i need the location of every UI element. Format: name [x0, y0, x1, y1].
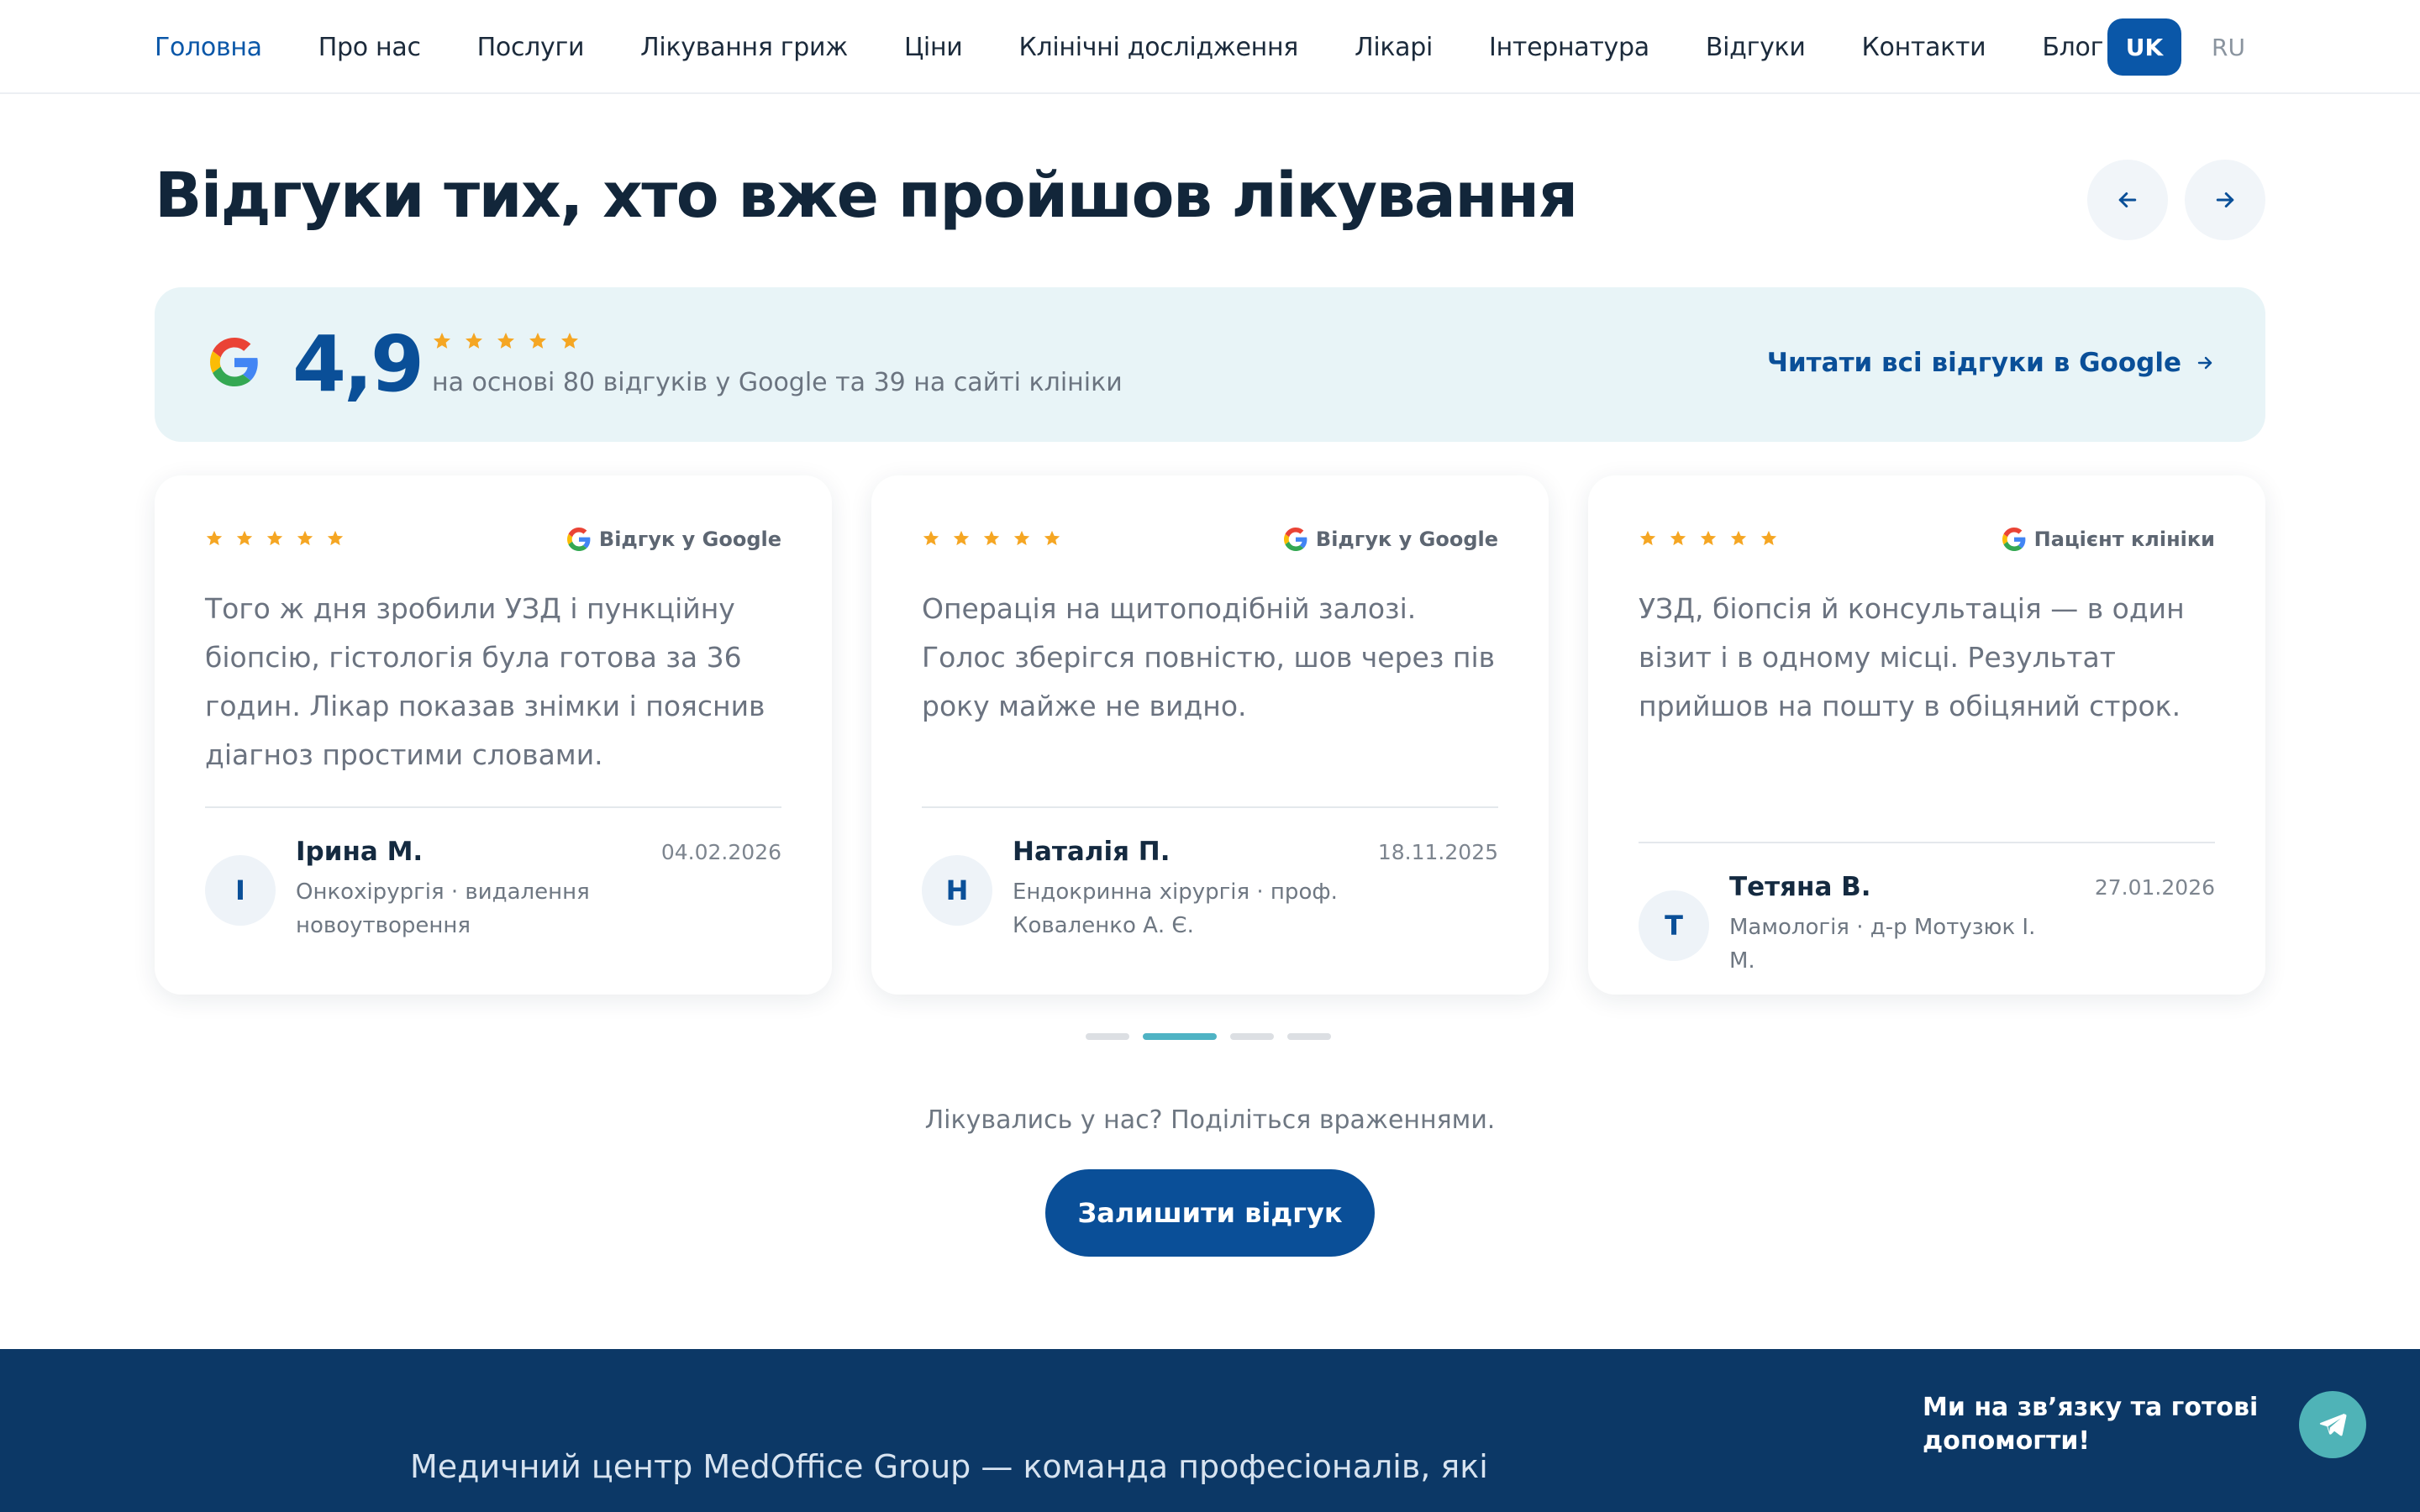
- telegram-icon: [2319, 1413, 2347, 1436]
- carousel-prev-button[interactable]: [2087, 160, 2168, 240]
- star-icon: [1639, 530, 1656, 546]
- star-icon: [923, 530, 939, 546]
- carousel-pagination: [1086, 1033, 1331, 1040]
- carousel-dot[interactable]: [1086, 1033, 1129, 1040]
- star-icon: [561, 333, 578, 349]
- rating-stars: [432, 331, 580, 351]
- star-icon: [1730, 530, 1747, 546]
- nav-item-reviews[interactable]: Відгуки: [1706, 33, 1806, 62]
- star-icon: [1670, 530, 1686, 546]
- star-icon: [266, 530, 283, 546]
- star-icon: [1013, 530, 1030, 546]
- review-text: Того ж дня зробили УЗД і пункційну біопс…: [205, 592, 765, 771]
- review-source-label: Відгук у Google: [598, 528, 781, 551]
- footer-contact-text: Ми на зв’язку та готові допомогти!: [1923, 1393, 2259, 1456]
- star-icon: [466, 333, 482, 349]
- footer: Медичний центр MedOffice Group — команда…: [0, 1349, 2420, 1512]
- nav-item-prices[interactable]: Ціни: [904, 33, 963, 62]
- footer-about-text: Медичний центр MedOffice Group — команда…: [410, 1448, 1488, 1485]
- carousel-dot[interactable]: [1230, 1033, 1274, 1040]
- review-date: 18.11.2025: [1377, 840, 1498, 864]
- review-author-name: Наталія П.: [1013, 837, 1171, 867]
- rating-caption: на основі 80 відгуків у Google та 39 на …: [432, 368, 1123, 397]
- review-text: УЗД, біопсія й консультація — в один віз…: [1639, 592, 2185, 722]
- avatar: І: [205, 855, 276, 926]
- top-navigation: Головна Про нас Послуги Лікування гриж Ц…: [0, 0, 2420, 94]
- review-stars: [922, 529, 1061, 548]
- star-icon: [529, 333, 546, 349]
- review-divider: [205, 806, 781, 808]
- star-icon: [953, 530, 970, 546]
- star-icon: [1700, 530, 1717, 546]
- avatar: Н: [922, 855, 992, 926]
- review-date: 04.02.2026: [660, 840, 781, 864]
- star-icon: [297, 530, 313, 546]
- arrow-right-icon: [2197, 356, 2212, 370]
- review-divider: [1639, 842, 2215, 843]
- review-card: Пацієнт клініки УЗД, біопсія й консульта…: [1588, 475, 2265, 995]
- review-date: 27.01.2026: [2094, 875, 2215, 900]
- google-rating-banner: 4,9 на основі 80 відгуків у Google та 39…: [155, 287, 2265, 442]
- language-ru-button[interactable]: RU: [2196, 18, 2260, 76]
- star-icon: [327, 530, 344, 546]
- read-google-reviews-link[interactable]: Читати всі відгуки в Google: [1767, 348, 2215, 378]
- review-text: Операція на щитоподібній залозі. Голос з…: [922, 592, 1496, 722]
- star-icon: [983, 530, 1000, 546]
- nav-item-about[interactable]: Про нас: [318, 33, 421, 62]
- review-card: Відгук у Google Того ж дня зробили УЗД і…: [155, 475, 832, 995]
- star-icon: [497, 333, 514, 349]
- review-author-name: Ірина М.: [296, 837, 424, 867]
- google-g-icon: [2002, 528, 2026, 551]
- rating-value: 4,9: [292, 319, 424, 409]
- read-google-reviews-label: Читати всі відгуки в Google: [1766, 348, 2181, 378]
- nav-item-hernia-treatment[interactable]: Лікування гриж: [640, 33, 848, 62]
- nav-item-home[interactable]: Головна: [155, 33, 262, 62]
- review-stars: [205, 529, 345, 548]
- review-source-label: Пацієнт клініки: [2033, 528, 2215, 551]
- review-author-meta: Ендокринна хірургія · проф. Коваленко А.…: [1013, 879, 1338, 938]
- review-author-meta: Мамологія · д-р Мотузюк І. М.: [1729, 915, 2036, 974]
- google-g-icon: [566, 528, 591, 551]
- leave-review-button[interactable]: Залишити відгук: [1045, 1169, 1375, 1257]
- arrow-left-icon: [2118, 192, 2137, 207]
- telegram-button[interactable]: [2299, 1391, 2366, 1458]
- star-icon: [1044, 530, 1060, 546]
- section-title: Відгуки тих, хто вже пройшов лікування: [155, 160, 1578, 232]
- avatar: Т: [1639, 890, 1709, 961]
- carousel-dot[interactable]: [1287, 1033, 1331, 1040]
- review-source-label: Відгук у Google: [1315, 528, 1498, 551]
- star-icon: [236, 530, 253, 546]
- carousel-dot[interactable]: [1143, 1033, 1217, 1040]
- arrow-right-icon: [2216, 192, 2234, 207]
- star-icon: [434, 333, 450, 349]
- nav-item-clinical-research[interactable]: Клінічні дослідження: [1018, 33, 1298, 62]
- review-author-meta: Онкохірургія · видалення новоутворення: [296, 879, 590, 938]
- nav-item-blog[interactable]: Блог: [2042, 33, 2103, 62]
- nav-item-services[interactable]: Послуги: [477, 33, 585, 62]
- star-icon: [206, 530, 223, 546]
- review-source: Відгук у Google: [1283, 528, 1498, 551]
- carousel-next-button[interactable]: [2185, 160, 2265, 240]
- google-g-icon: [210, 338, 258, 386]
- star-icon: [1760, 530, 1777, 546]
- review-stars: [1639, 529, 1778, 548]
- google-g-icon: [1283, 528, 1307, 551]
- review-divider: [922, 806, 1498, 808]
- nav-item-doctors[interactable]: Лікарі: [1355, 33, 1433, 62]
- nav-item-contacts[interactable]: Контакти: [1862, 33, 1986, 62]
- review-author-name: Тетяна В.: [1729, 872, 1871, 902]
- review-card: Відгук у Google Операція на щитоподібній…: [871, 475, 1549, 995]
- cta-text: Лікувались у нас? Поділіться враженнями.: [924, 1105, 1496, 1135]
- nav-links: Головна Про нас Послуги Лікування гриж Ц…: [155, 0, 2160, 94]
- language-uk-button[interactable]: UK: [2107, 18, 2181, 76]
- review-source: Відгук у Google: [566, 528, 781, 551]
- nav-item-internship[interactable]: Інтернатура: [1489, 33, 1649, 62]
- review-source: Пацієнт клініки: [2002, 528, 2215, 551]
